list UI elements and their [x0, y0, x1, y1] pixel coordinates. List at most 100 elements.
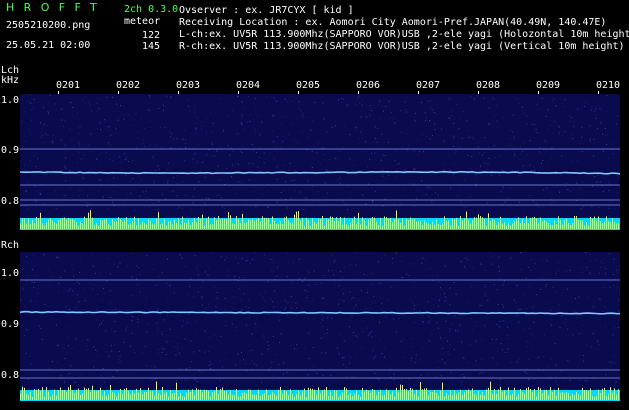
- noise-speck: [342, 99, 344, 101]
- signal-level-bar: [388, 218, 389, 229]
- noise-speck: [72, 290, 74, 292]
- signal-level-bar: [62, 390, 63, 400]
- signal-level-bar: [470, 223, 471, 229]
- signal-level-bar: [442, 223, 443, 229]
- signal-level-bar: [224, 218, 225, 229]
- noise-speck: [439, 299, 440, 300]
- noise-speck: [183, 159, 185, 161]
- noise-speck: [472, 329, 474, 331]
- noise-speck: [192, 158, 194, 160]
- noise-speck: [526, 114, 528, 116]
- noise-speck: [302, 131, 304, 133]
- noise-speck: [298, 258, 300, 260]
- noise-speck: [444, 300, 446, 302]
- noise-speck: [86, 202, 88, 204]
- noise-speck: [508, 351, 509, 353]
- noise-speck: [211, 144, 213, 145]
- noise-speck: [564, 98, 566, 100]
- noise-speck: [52, 276, 54, 278]
- signal-level-bar: [404, 389, 405, 400]
- noise-speck: [602, 263, 604, 265]
- noise-speck: [415, 358, 417, 360]
- noise-speck: [36, 275, 38, 277]
- noise-speck: [339, 182, 341, 184]
- noise-speck: [308, 271, 310, 273]
- noise-speck: [118, 351, 120, 352]
- signal-level-bar: [360, 224, 361, 229]
- noise-speck: [232, 164, 234, 166]
- noise-speck: [228, 269, 230, 271]
- noise-speck: [418, 151, 420, 152]
- noise-speck: [453, 145, 455, 147]
- signal-level-bar: [184, 396, 185, 400]
- noise-speck: [136, 278, 138, 280]
- noise-speck: [371, 336, 373, 338]
- noise-speck: [535, 129, 537, 130]
- noise-speck: [236, 133, 237, 135]
- signal-level-bar: [418, 221, 419, 229]
- signal-level-bar: [316, 223, 317, 229]
- signal-level-bar: [164, 219, 165, 229]
- signal-level-bar: [440, 225, 441, 229]
- signal-level-bar: [324, 389, 325, 400]
- noise-speck: [439, 294, 441, 295]
- signal-level-bar: [510, 225, 511, 229]
- noise-speck: [202, 161, 204, 163]
- noise-speck: [220, 196, 222, 198]
- noise-speck: [69, 128, 71, 130]
- noise-speck: [349, 291, 351, 293]
- noise-speck: [490, 255, 492, 257]
- noise-speck: [158, 201, 160, 203]
- noise-speck: [507, 187, 509, 189]
- noise-speck: [572, 134, 573, 136]
- signal-level-bar: [352, 396, 353, 400]
- noise-speck: [394, 160, 396, 162]
- noise-speck: [207, 303, 209, 305]
- noise-speck: [119, 262, 121, 264]
- noise-speck: [150, 366, 152, 367]
- noise-speck: [573, 311, 575, 313]
- noise-speck: [160, 331, 162, 333]
- noise-speck: [116, 370, 118, 372]
- signal-level-bar: [100, 219, 101, 229]
- noise-speck: [542, 259, 543, 261]
- noise-speck: [612, 153, 614, 155]
- noise-speck: [294, 348, 295, 350]
- signal-level-bar: [142, 394, 143, 400]
- signal-level-bar: [560, 393, 561, 400]
- noise-speck: [408, 182, 410, 184]
- noise-speck: [526, 308, 528, 310]
- noise-speck: [341, 201, 343, 203]
- noise-speck: [398, 163, 400, 165]
- noise-speck: [234, 256, 236, 258]
- noise-speck: [487, 300, 489, 302]
- noise-speck: [116, 103, 118, 105]
- noise-speck: [460, 374, 461, 376]
- signal-level-bar: [594, 396, 595, 400]
- noise-speck: [394, 203, 396, 204]
- noise-speck: [30, 363, 32, 365]
- signal-level-bar: [194, 218, 195, 229]
- signal-level-bar: [300, 395, 301, 400]
- signal-level-bar: [256, 219, 257, 229]
- noise-speck: [342, 293, 344, 295]
- noise-speck: [423, 161, 425, 163]
- noise-speck: [63, 347, 65, 349]
- noise-speck: [451, 110, 453, 112]
- signal-level-bar: [500, 216, 501, 229]
- noise-speck: [250, 114, 252, 116]
- signal-level-bar: [380, 389, 381, 400]
- noise-speck: [284, 299, 286, 301]
- noise-speck: [341, 102, 343, 103]
- noise-speck: [332, 143, 334, 145]
- noise-speck: [362, 331, 364, 333]
- signal-level-bar: [332, 395, 333, 400]
- noise-speck: [117, 117, 119, 119]
- noise-speck: [600, 110, 602, 112]
- noise-speck: [357, 96, 359, 98]
- noise-speck: [178, 170, 180, 172]
- noise-speck: [95, 158, 97, 160]
- signal-level-bar: [304, 225, 305, 229]
- noise-speck: [617, 327, 619, 328]
- noise-speck: [578, 296, 580, 298]
